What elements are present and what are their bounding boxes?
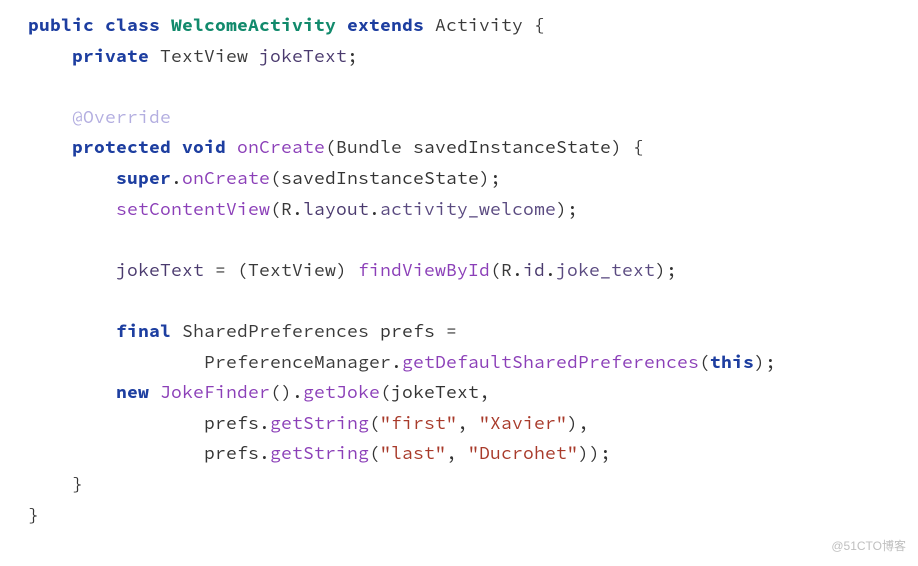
class-name: WelcomeActivity: [171, 13, 336, 36]
ctor-jokefinder: JokeFinder: [160, 380, 270, 403]
type-bundle: Bundle: [336, 135, 402, 158]
field-joketext: jokeText: [116, 258, 204, 281]
method-oncreate: onCreate: [237, 135, 325, 158]
method-getstring: getString: [270, 411, 369, 434]
var-prefs: prefs: [204, 441, 259, 464]
keyword-void: void: [182, 135, 226, 158]
type-textview: TextView: [160, 44, 248, 67]
watermark-text: @51CTO博客: [831, 536, 906, 556]
keyword-new: new: [116, 380, 149, 403]
annotation-override: @Override: [72, 105, 171, 128]
code-snippet: public class WelcomeActivity extends Act…: [0, 0, 918, 530]
code-line: protected void onCreate(Bundle savedInst…: [28, 135, 644, 158]
keyword-private: private: [72, 44, 149, 67]
type-sharedpreferences: SharedPreferences: [182, 319, 369, 342]
keyword-extends: extends: [347, 13, 424, 36]
string-literal: "first": [380, 411, 457, 434]
code-line: final SharedPreferences prefs =: [28, 319, 457, 342]
method-getdefaultshared: getDefaultSharedPreferences: [402, 350, 699, 373]
string-literal: "Xavier": [479, 411, 567, 434]
code-line: prefs.getString("last", "Ducrohet"));: [28, 441, 611, 464]
keyword-protected: protected: [72, 135, 171, 158]
keyword-class: class: [105, 13, 160, 36]
string-literal: "last": [380, 441, 446, 464]
keyword-public: public: [28, 13, 94, 36]
code-line: new JokeFinder().getJoke(jokeText,: [28, 380, 490, 403]
code-line: PreferenceManager.getDefaultSharedPrefer…: [28, 350, 776, 373]
supertype: Activity: [435, 13, 523, 36]
method-setcontentview: setContentView: [116, 197, 270, 220]
code-line: private TextView jokeText;: [28, 44, 358, 67]
code-line: prefs.getString("first", "Xavier"),: [28, 411, 589, 434]
var-prefs: prefs: [204, 411, 259, 434]
param-name: savedInstanceState: [413, 135, 611, 158]
method-findviewbyid: findViewById: [358, 258, 490, 281]
brace-open: {: [523, 13, 545, 36]
field-joketext: jokeText: [259, 44, 347, 67]
brace-close: }: [28, 503, 39, 526]
code-line: super.onCreate(savedInstanceState);: [28, 166, 501, 189]
code-line: jokeText = (TextView) findViewById(R.id.…: [28, 258, 677, 281]
code-line: public class WelcomeActivity extends Act…: [28, 13, 545, 36]
var-prefs: prefs: [380, 319, 435, 342]
code-line: setContentView(R.layout.activity_welcome…: [28, 197, 578, 220]
method-getstring: getString: [270, 441, 369, 464]
type-preferencemanager: PreferenceManager: [204, 350, 391, 373]
code-line: @Override: [28, 105, 171, 128]
keyword-final: final: [116, 319, 171, 342]
method-getjoke: getJoke: [303, 380, 380, 403]
brace-close: }: [72, 472, 83, 495]
string-literal: "Ducrohet": [468, 441, 578, 464]
code-line: }: [28, 472, 83, 495]
keyword-super: super: [116, 166, 171, 189]
keyword-this: this: [710, 350, 754, 373]
method-call: onCreate: [182, 166, 270, 189]
code-line: }: [28, 503, 39, 526]
